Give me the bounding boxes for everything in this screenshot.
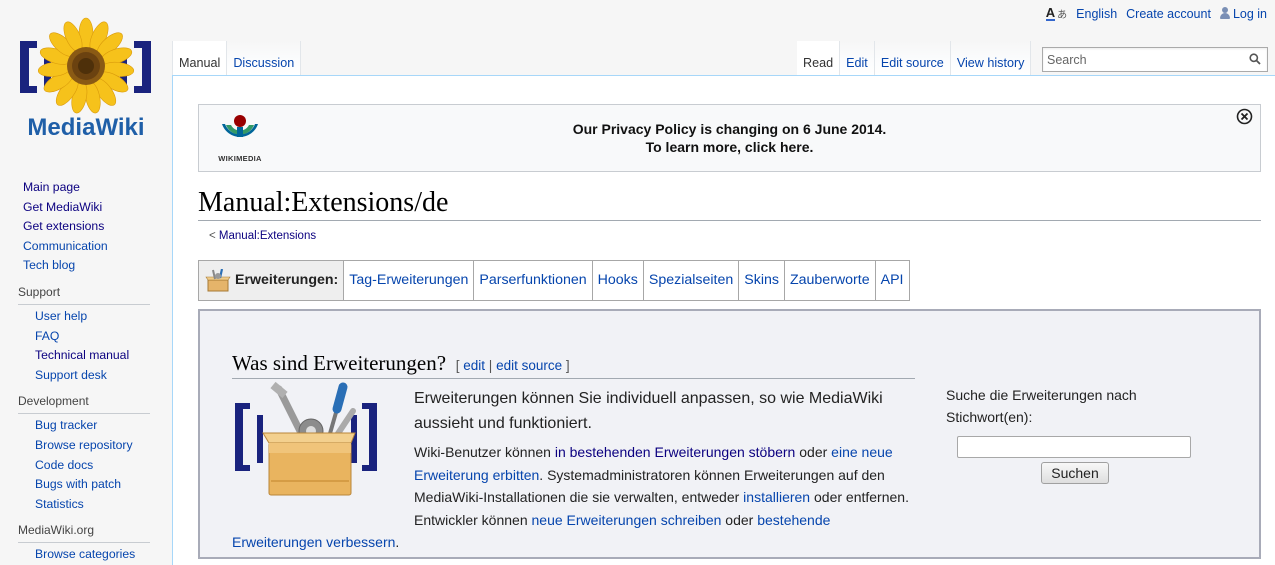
extnav-heading: Erweiterungen: [199, 261, 345, 300]
notice-message[interactable]: Our Privacy Policy is changing on 6 June… [199, 120, 1260, 156]
section-edit-links: [ edit | edit source ] [455, 358, 570, 373]
sidebar-item-user-help[interactable]: User help [35, 309, 87, 323]
sidebar-item-statistics[interactable]: Statistics [35, 497, 84, 511]
content-area: WIKIMEDIA Our Privacy Policy is changing… [172, 75, 1275, 565]
extnav-item-skins[interactable]: Skins [739, 261, 785, 300]
tab-discussion[interactable]: Discussion [227, 41, 302, 75]
extension-search-button[interactable]: Suchen [1041, 462, 1109, 484]
language-icon[interactable]: Aあ [1045, 6, 1067, 21]
sidebar-item-communication[interactable]: Communication [23, 239, 108, 253]
intro-lead: Erweiterungen können Sie individuell anp… [414, 390, 883, 432]
extension-search-label: Suche die Erweiterungen nach Stichwort(e… [946, 387, 1137, 425]
sidebar-item-bug-tracker[interactable]: Bug tracker [35, 418, 97, 432]
sidebar-support: Support User help FAQ Technical manual S… [18, 284, 172, 385]
personal-tools: Aあ English Create account Log in [1045, 6, 1267, 21]
sidebar-item-technical-manual[interactable]: Technical manual [35, 348, 129, 362]
mediawiki-logo[interactable]: MediaWiki [14, 14, 159, 144]
search-input[interactable] [1043, 48, 1233, 71]
extnav-heading-label: Erweiterungen: [235, 272, 339, 288]
sidebar-item-get-mediawiki[interactable]: Get MediaWiki [23, 200, 102, 214]
write-extensions-link[interactable]: neue Erweiterungen schreiben [532, 512, 722, 528]
close-icon[interactable] [1236, 108, 1253, 125]
page-title: Manual:Extensions/de [198, 186, 1261, 221]
extension-search: Suche die Erweiterungen nach Stichwort(e… [946, 384, 1196, 484]
browse-extensions-link[interactable]: in bestehenden Erweiterungen stöbern [555, 444, 796, 460]
breadcrumb: < Manual:Extensions [209, 230, 316, 242]
language-link[interactable]: English [1076, 7, 1117, 21]
sidebar-heading-support: Support [18, 284, 150, 305]
sidebar-item-code-docs[interactable]: Code docs [35, 458, 93, 472]
sidebar-item-get-extensions[interactable]: Get extensions [23, 219, 104, 233]
create-account-link[interactable]: Create account [1126, 7, 1211, 21]
sidebar-item-browse-categories[interactable]: Browse categories [35, 547, 135, 561]
tab-edit-source[interactable]: Edit source [874, 41, 951, 75]
notice-line-2[interactable]: To learn more, click here. [199, 138, 1260, 156]
extension-navbar: Erweiterungen: Tag-Erweiterungen Parserf… [198, 260, 910, 301]
sidebar-item-main-page[interactable]: Main page [23, 180, 80, 194]
section-paragraph: Erweiterungen können Sie individuell anp… [232, 387, 912, 554]
breadcrumb-arrow: < [209, 230, 216, 242]
tab-manual[interactable]: Manual [172, 41, 228, 75]
sidebar-item-browse-repository[interactable]: Browse repository [35, 438, 133, 452]
extnav-item-api[interactable]: API [876, 261, 909, 300]
notice-line-1: Our Privacy Policy is changing on 6 June… [572, 121, 887, 137]
sidebar-heading-mediawiki-org: MediaWiki.org [18, 522, 150, 544]
extnav-item-hooks[interactable]: Hooks [593, 261, 644, 300]
tab-edit[interactable]: Edit [840, 41, 875, 75]
search-icon[interactable] [1249, 53, 1261, 65]
extension-search-input[interactable] [957, 436, 1191, 458]
namespace-tabs: Manual Discussion [172, 41, 302, 75]
edit-source-section-link[interactable]: edit source [496, 358, 562, 373]
sidebar-mediawiki-org: MediaWiki.org Browse categories [18, 522, 172, 565]
sidebar-item-support-desk[interactable]: Support desk [35, 368, 107, 382]
user-icon [1219, 6, 1230, 19]
privacy-notice[interactable]: WIKIMEDIA Our Privacy Policy is changing… [198, 104, 1261, 172]
sidebar: Main page Get MediaWiki Get extensions C… [0, 170, 172, 565]
search-box [1042, 47, 1268, 72]
extnav-item-spezialseiten[interactable]: Spezialseiten [644, 261, 740, 300]
tab-read[interactable]: Read [797, 41, 841, 75]
login-link[interactable]: Log in [1233, 7, 1267, 21]
logo-text: MediaWiki [27, 114, 144, 141]
breadcrumb-link[interactable]: Manual:Extensions [219, 230, 316, 242]
sidebar-item-tech-blog[interactable]: Tech blog [23, 258, 75, 272]
sidebar-item-bugs-with-patch[interactable]: Bugs with patch [35, 477, 121, 491]
tab-view-history[interactable]: View history [950, 41, 1032, 75]
sidebar-heading-development: Development [18, 393, 150, 415]
install-link[interactable]: installieren [743, 489, 810, 505]
toolbox-icon [205, 268, 231, 291]
extnav-item-tag-erweiterungen[interactable]: Tag-Erweiterungen [344, 261, 475, 300]
edit-section-link[interactable]: edit [463, 358, 485, 373]
section-heading: Was sind Erweiterungen? [ edit | edit so… [232, 351, 915, 379]
section-title: Was sind Erweiterungen? [232, 351, 447, 375]
intro-box: Was sind Erweiterungen? [ edit | edit so… [198, 309, 1261, 559]
sidebar-item-faq[interactable]: FAQ [35, 329, 59, 343]
extnav-item-zauberworte[interactable]: Zauberworte [785, 261, 876, 300]
sidebar-development: Development Bug tracker Browse repositor… [18, 393, 172, 514]
extnav-item-parserfunktionen[interactable]: Parserfunktionen [474, 261, 593, 300]
view-tabs: Read Edit Edit source View history [797, 41, 1032, 75]
sidebar-main: Main page Get MediaWiki Get extensions C… [23, 178, 172, 276]
